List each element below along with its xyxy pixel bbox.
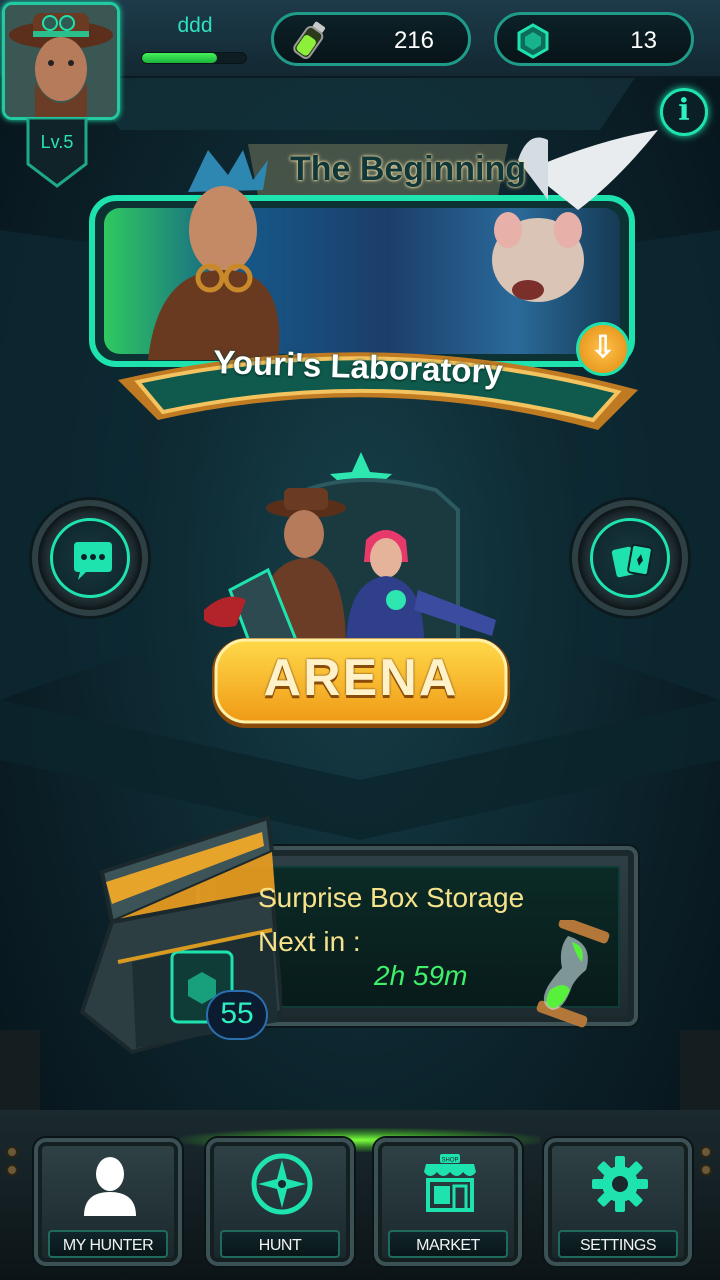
arena-button[interactable]: ARENA [196,450,526,750]
energy-value: 216 [393,27,434,54]
story-title: The Beginning [289,150,527,188]
nav-hunt-label: HUNT [220,1230,340,1258]
nav-settings-label: SETTINGS [558,1230,678,1258]
player-name: ddd [177,14,213,37]
chat-button[interactable] [32,500,148,616]
nav-settings[interactable]: SETTINGS [544,1138,692,1266]
cards-button-ring [590,518,670,598]
surprise-box-title: Surprise Box Storage [258,882,525,913]
rivet [6,1164,18,1176]
rivet [6,1146,18,1158]
xp-bar [141,52,247,64]
gem-currency[interactable]: 13 [494,12,694,66]
nav-market[interactable]: SHOP MARKET [374,1138,522,1266]
download-arrow-icon[interactable]: ⇩ [576,322,630,376]
gem-value: 13 [630,27,657,54]
arena-label: ARENA [263,649,459,707]
energy-currency[interactable]: 216 [271,12,471,66]
player-avatar[interactable] [2,2,120,120]
xp-bar-fill [142,53,217,63]
nav-hunt[interactable]: HUNT [206,1138,354,1266]
rivet [700,1164,712,1176]
chat-bubble-icon [74,542,112,580]
shop-sign-text: SHOP [441,1158,458,1164]
compass-icon [251,1153,313,1215]
nav-my-hunter[interactable]: MY HUNTER [34,1138,182,1266]
energy-vial-icon [293,21,326,59]
chat-button-ring [50,518,130,598]
hex-gem-icon [517,23,549,59]
user-silhouette-icon [84,1157,136,1216]
rivet [700,1146,712,1158]
gear-icon [592,1156,648,1212]
surprise-box-next-label: Next in : [258,926,361,957]
nav-my-hunter-label: MY HUNTER [48,1230,168,1258]
cards-button[interactable] [572,500,688,616]
cards-icon [611,543,653,578]
chest-count-badge: 55 [206,990,268,1040]
shop-icon: SHOP [424,1154,476,1212]
surprise-box-timer: 2h 59m [374,960,468,991]
hourglass-icon [536,920,610,1028]
nav-market-label: MARKET [388,1230,508,1258]
story-banner[interactable]: The Beginning Youri's Laboratory [78,120,678,440]
